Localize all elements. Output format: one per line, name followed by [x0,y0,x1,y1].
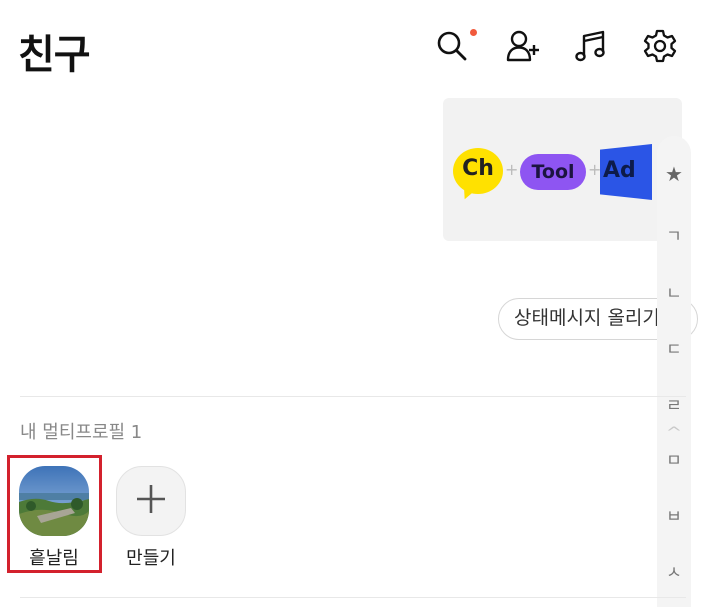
index-item[interactable]: ㄴ [657,279,691,304]
section-divider [20,396,686,397]
index-item[interactable]: ㅂ [657,502,691,527]
page-title: 친구 [18,32,91,78]
avatar [19,466,89,536]
create-multi-profile-button[interactable]: 만들기 [116,466,186,570]
multi-profile-name: 흩날림 [29,548,79,569]
index-item[interactable]: ㅁ [657,446,691,471]
music-icon [574,28,610,68]
search-icon [434,28,470,68]
index-item[interactable]: ㄱ [657,222,691,247]
chevron-up-icon: ^ [665,425,683,441]
index-item[interactable]: ㄹ [657,391,691,416]
index-item[interactable]: ㅅ [657,558,691,583]
settings-button[interactable] [640,28,680,68]
plus-separator: + [588,160,602,179]
create-profile-tile [116,466,186,536]
section-divider [20,597,686,598]
index-item[interactable]: ㄷ [657,335,691,360]
ad-banner[interactable]: Ch + Tool + Ad [443,98,682,241]
settings-icon [642,28,678,68]
music-button[interactable] [572,28,612,68]
multi-profile-item[interactable]: 흩날림 [19,466,89,570]
ad-label: Ad [603,158,636,183]
add-friend-icon [505,28,541,68]
multi-profile-section-label: 내 멀티프로필 1 [20,422,143,443]
header: 친구 [0,0,710,96]
index-scrollbar[interactable]: ★ ㄱ ㄴ ㄷ ㄹ ^ ㅁ ㅂ ㅅ [657,136,691,607]
channel-label: Ch [462,156,494,181]
notification-dot [470,29,477,36]
create-label: 만들기 [126,548,176,569]
search-button[interactable] [432,28,477,68]
plus-icon [134,482,168,520]
index-favorites-star-icon[interactable]: ★ [657,162,691,186]
tool-label: Tool [520,154,586,190]
add-friend-button[interactable] [503,28,543,68]
plus-separator: + [505,160,519,179]
